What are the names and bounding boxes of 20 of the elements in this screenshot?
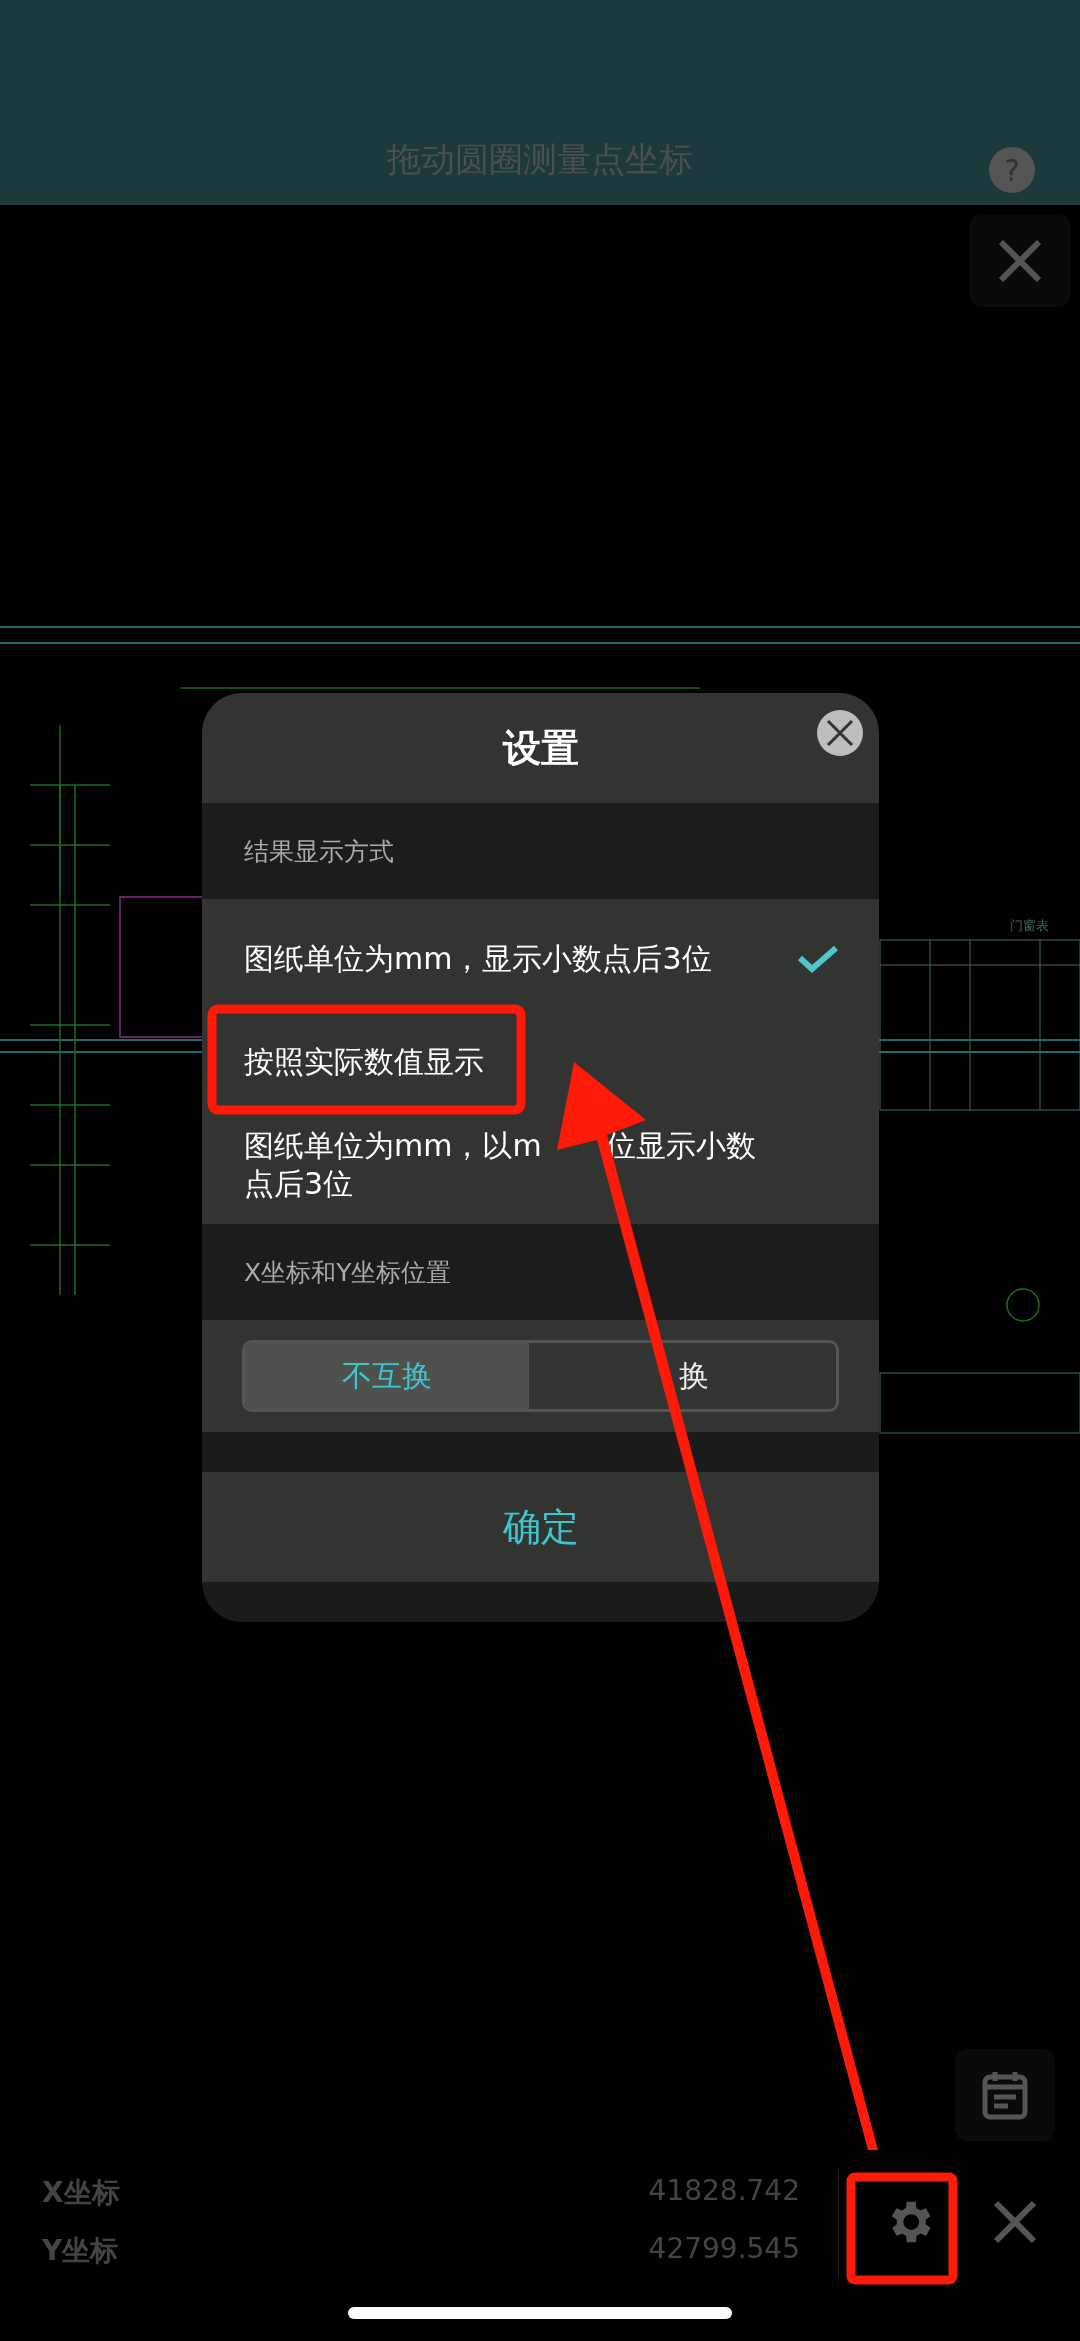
close-icon	[825, 718, 855, 748]
option-item[interactable]: 图纸单位为mm，显示小数点后3位	[244, 939, 712, 978]
option-item[interactable]: 按照实际数值显示	[244, 1042, 484, 1081]
close-icon	[992, 2199, 1038, 2245]
dialog-title: 设置	[502, 724, 579, 772]
coordinate-value: 41828.742	[648, 2174, 800, 2209]
coordinate-value: 42799.545	[648, 2232, 800, 2267]
checkmark-icon	[797, 943, 839, 974]
close-button[interactable]	[970, 215, 1070, 307]
confirm-button[interactable]: 确定	[202, 1472, 879, 1582]
dialog-close-button[interactable]	[817, 710, 863, 756]
segment-tab[interactable]: 不互换	[245, 1343, 529, 1409]
section-title: X坐标和Y坐标位置	[244, 1256, 452, 1289]
notes-button[interactable]	[955, 2049, 1055, 2141]
coordinate-label: Y坐标	[42, 2233, 119, 2269]
coordinate-label: X坐标	[42, 2175, 120, 2211]
section-title: 结果显示方式	[244, 835, 394, 868]
close-icon	[997, 238, 1043, 284]
calendar-icon	[981, 2069, 1029, 2121]
table-title: 门窗表	[1010, 918, 1049, 933]
